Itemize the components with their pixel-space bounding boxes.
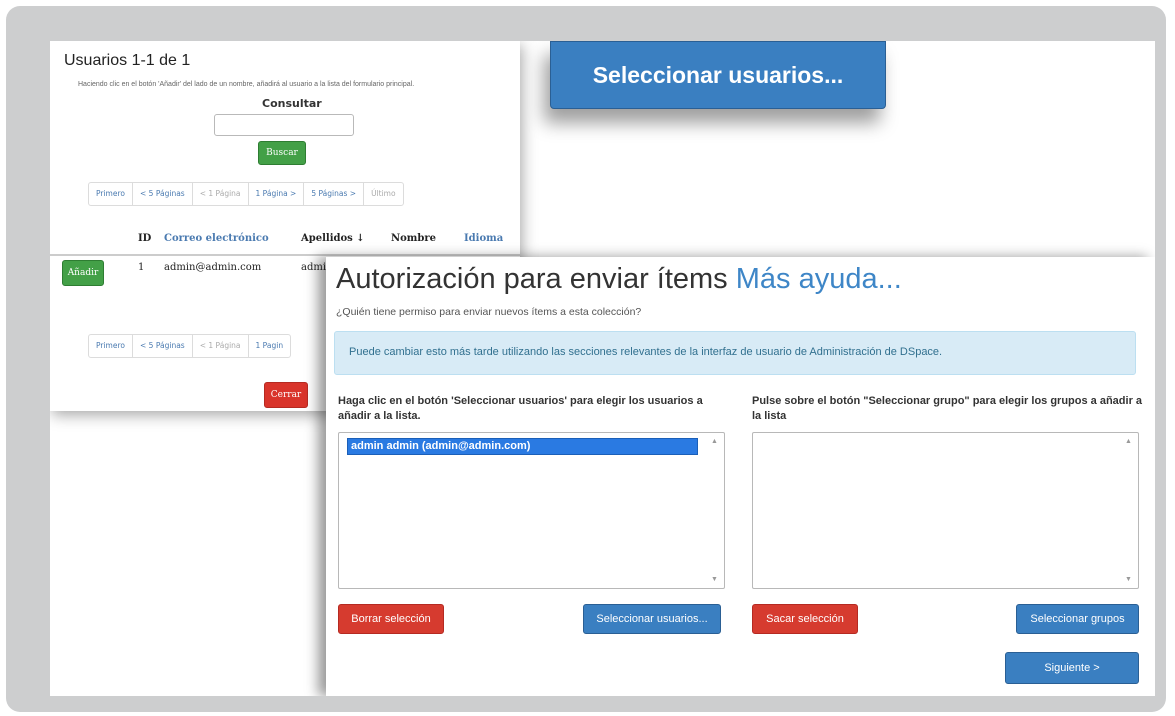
scroll-down-icon[interactable]: ▼ bbox=[1125, 576, 1132, 583]
info-alert-text: Puede cambiar esto más tarde utilizando … bbox=[349, 346, 943, 358]
col-id[interactable]: ID bbox=[138, 233, 151, 244]
page-last[interactable]: Último bbox=[364, 183, 403, 205]
row-email: admin@admin.com bbox=[164, 262, 262, 273]
search-input[interactable] bbox=[214, 114, 354, 136]
scroll-up-icon[interactable]: ▲ bbox=[1125, 438, 1132, 445]
groups-listbox[interactable]: ▲ ▼ bbox=[752, 432, 1139, 589]
clear-groups-button[interactable]: Sacar selección bbox=[752, 604, 858, 634]
clear-users-button[interactable]: Borrar selección bbox=[338, 604, 444, 634]
page-next-1[interactable]: 1 Página > bbox=[249, 183, 305, 205]
row-id: 1 bbox=[138, 262, 145, 273]
popup-title: Usuarios 1-1 de 1 bbox=[64, 52, 191, 69]
users-listbox[interactable]: admin admin (admin@admin.com) ▲ ▼ bbox=[338, 432, 725, 589]
groups-instruction: Pulse sobre el botón "Seleccionar grupo"… bbox=[752, 395, 1143, 422]
col-lastname[interactable]: Apellidos ↓ bbox=[301, 233, 365, 244]
col-firstname[interactable]: Nombre bbox=[391, 233, 436, 244]
help-link[interactable]: Más ayuda... bbox=[736, 263, 902, 295]
select-users-zoom-button[interactable]: Seleccionar usuarios... bbox=[550, 41, 886, 109]
page-prev-1-bottom[interactable]: < 1 Página bbox=[193, 335, 249, 357]
search-button[interactable]: Buscar bbox=[258, 141, 306, 165]
page-prev-5[interactable]: < 5 Páginas bbox=[133, 183, 193, 205]
page-prev-5-bottom[interactable]: < 5 Páginas bbox=[133, 335, 193, 357]
scroll-down-icon[interactable]: ▼ bbox=[711, 576, 718, 583]
page-first[interactable]: Primero bbox=[89, 183, 133, 205]
page-title-text: Autorización para enviar ítems bbox=[336, 263, 728, 295]
screenshot-frame: Usuarios 1-1 de 1 Haciendo clic en el bo… bbox=[6, 6, 1166, 712]
users-scrollbar[interactable]: ▲ ▼ bbox=[708, 436, 721, 585]
col-language[interactable]: Idioma bbox=[464, 233, 503, 244]
search-label: Consultar bbox=[262, 97, 322, 110]
scroll-up-icon[interactable]: ▲ bbox=[711, 438, 718, 445]
select-groups-button[interactable]: Seleccionar grupos bbox=[1016, 604, 1139, 634]
users-list-item[interactable]: admin admin (admin@admin.com) bbox=[347, 438, 698, 455]
pagination-bottom: Primero < 5 Páginas < 1 Página 1 Pagin bbox=[88, 334, 292, 358]
page-subtitle: ¿Quién tiene permiso para enviar nuevos … bbox=[336, 306, 642, 318]
page-next-5[interactable]: 5 Páginas > bbox=[304, 183, 365, 205]
col-email[interactable]: Correo electrónico bbox=[164, 233, 269, 244]
info-alert: Puede cambiar esto más tarde utilizando … bbox=[334, 331, 1136, 375]
page-title: Autorización para enviar ítems Más ayuda… bbox=[336, 263, 902, 296]
add-user-button[interactable]: Añadir bbox=[62, 260, 104, 286]
next-button[interactable]: Siguiente > bbox=[1005, 652, 1139, 684]
popup-help-text: Haciendo clic en el botón 'Añadir' del l… bbox=[78, 81, 415, 88]
screenshot-content: Usuarios 1-1 de 1 Haciendo clic en el bo… bbox=[50, 41, 1155, 696]
table-header: ID Correo electrónico Apellidos ↓ Nombre… bbox=[50, 226, 520, 256]
page-first-bottom[interactable]: Primero bbox=[89, 335, 133, 357]
select-users-button[interactable]: Seleccionar usuarios... bbox=[583, 604, 721, 634]
close-button[interactable]: Cerrar bbox=[264, 382, 308, 408]
groups-scrollbar[interactable]: ▲ ▼ bbox=[1122, 436, 1135, 585]
authorization-panel: Autorización para enviar ítems Más ayuda… bbox=[326, 257, 1155, 696]
page-prev-1[interactable]: < 1 Página bbox=[193, 183, 249, 205]
page-next-1-bottom[interactable]: 1 Pagin bbox=[249, 335, 291, 357]
users-instruction: Haga clic en el botón 'Seleccionar usuar… bbox=[338, 395, 703, 422]
pagination-top: Primero < 5 Páginas < 1 Página 1 Página … bbox=[88, 182, 404, 206]
